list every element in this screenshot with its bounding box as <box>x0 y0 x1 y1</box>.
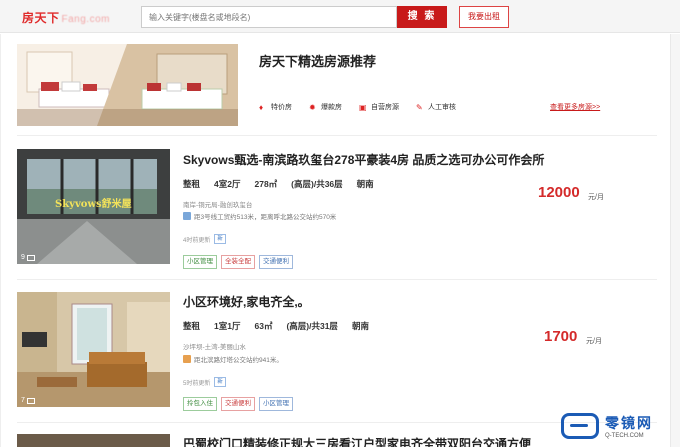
listing-update: 4时前更新新 <box>183 234 226 244</box>
transit-icon <box>183 212 191 220</box>
listing-image[interactable]: Skyvows舒米屋 9 <box>17 149 170 264</box>
layout: 1室1厅 <box>214 321 241 331</box>
promo-title: 房天下精选房源推荐 <box>259 54 377 69</box>
search-button[interactable]: 搜 索 <box>397 6 447 28</box>
feature-tag: 小区管理 <box>259 397 293 411</box>
promo-tag-inspected[interactable]: ✎ 人工审核 <box>416 100 456 114</box>
listing-tags: 小区管理 全装全配 交通便利 <box>183 255 297 269</box>
update-time: 4时前更新 <box>183 237 211 244</box>
feature-tag: 拎包入住 <box>183 397 217 411</box>
photo-icon <box>26 397 35 404</box>
listing-address[interactable]: 沙坪坝-土湾-美丽山水 <box>183 341 246 351</box>
price-unit: 元/月 <box>586 338 602 345</box>
listing-panel: 房天下精选房源推荐 ♦ 特价房 ✹ 爆款房 ▣ 自营房源 ✎ 人工审核 查看更多房源>>… <box>0 34 670 447</box>
image-count: 7 <box>21 397 35 404</box>
divider <box>17 279 657 280</box>
area: 63㎡ <box>254 321 273 331</box>
listing-price: 12000 <box>538 184 580 201</box>
rent-type: 整租 <box>183 179 201 189</box>
fire-icon: ✹ <box>309 102 316 112</box>
price-unit: 元/月 <box>588 194 604 201</box>
listing-title[interactable]: Skyvows甄选-南滨路玖玺台278平豪装4房 品质之选可办公可作会所 <box>183 151 544 168</box>
watermark-brand: 零镜网 <box>605 415 653 431</box>
rent-type: 整租 <box>183 321 201 331</box>
watermark-domain: Q-TECH.COM <box>605 433 644 439</box>
image-count: 9 <box>21 254 35 261</box>
listing-title[interactable]: 小区环境好,家电齐全,。 <box>183 293 310 310</box>
image-count-number: 9 <box>21 254 25 261</box>
feature-tag: 全装全配 <box>221 255 255 269</box>
photo-icon <box>26 254 35 261</box>
floor: (高层)/共31层 <box>286 321 338 331</box>
new-badge: 新 <box>214 234 226 244</box>
divider <box>17 135 657 136</box>
promo-tag-label: 人工审核 <box>428 104 456 111</box>
promo-tags: ♦ 特价房 ✹ 爆款房 ▣ 自营房源 ✎ 人工审核 <box>259 100 473 114</box>
rent-out-button[interactable]: 我要出租 <box>459 6 509 28</box>
tag-icon: ♦ <box>259 102 264 112</box>
floor: (高层)/共36层 <box>291 179 343 189</box>
site-logo[interactable]: 房天下 Fang.com <box>22 9 110 26</box>
search-input[interactable] <box>141 6 397 28</box>
listing-image[interactable]: 7 <box>17 292 170 407</box>
listing-image[interactable] <box>17 434 170 447</box>
inspect-icon: ✎ <box>416 102 423 112</box>
image-caption: Skyvows舒米屋 <box>55 199 132 210</box>
promo-tag-label: 自营房源 <box>371 104 399 111</box>
listing-attributes: 整租 4室2厅 278㎡ (高层)/共36层 朝南 <box>183 178 388 190</box>
listing-update: 5时前更新新 <box>183 377 226 387</box>
feature-tag: 交通便利 <box>221 397 255 411</box>
top-header: 房天下Fang.com 搜 索 我要出租 <box>0 0 680 33</box>
area: 278㎡ <box>254 179 278 189</box>
traffic-text: 距北滨路灯塔公交站约941米。 <box>194 357 283 364</box>
promo-tag-self-run[interactable]: ▣ 自营房源 <box>359 100 399 114</box>
layout: 4室2厅 <box>214 179 241 189</box>
promo-tag-label: 爆款房 <box>321 104 342 111</box>
traffic-text: 距3号线工贸约513米，距离呼北路公交站约570米 <box>194 214 337 221</box>
listing-traffic: 距北滨路灯塔公交站约941米。 <box>183 354 283 364</box>
promo-tag-hot[interactable]: ✹ 爆款房 <box>309 100 342 114</box>
listing-price: 1700 <box>544 328 578 345</box>
more-listings-link[interactable]: 查看更多房源>> <box>550 102 600 112</box>
new-badge: 新 <box>214 377 226 387</box>
logo-domain: Fang.com <box>61 14 110 25</box>
logo-text: 房天下 <box>22 11 60 25</box>
orientation: 朝南 <box>351 321 369 331</box>
listing-title[interactable]: 巴蜀校门口精装修正规大三房看江户型家电齐全带双阳台交通方便 <box>183 435 531 447</box>
bus-icon <box>183 355 191 363</box>
watermark: 零镜网 Q-TECH.COM <box>561 407 677 445</box>
listing-tags: 拎包入住 交通便利 小区管理 <box>183 397 297 411</box>
shop-icon: ▣ <box>359 102 367 112</box>
promo-tag-label: 特价房 <box>271 104 292 111</box>
promo-image[interactable] <box>17 44 238 126</box>
image-count-number: 7 <box>21 397 25 404</box>
promo-tag-special[interactable]: ♦ 特价房 <box>259 100 292 114</box>
scrollbar[interactable] <box>670 34 680 447</box>
feature-tag: 小区管理 <box>183 255 217 269</box>
orientation: 朝南 <box>356 179 374 189</box>
listing-attributes: 整租 1室1厅 63㎡ (高层)/共31层 朝南 <box>183 320 383 332</box>
watermark-logo-icon <box>561 413 599 439</box>
feature-tag: 交通便利 <box>259 255 293 269</box>
update-time: 5时前更新 <box>183 380 211 387</box>
listing-address[interactable]: 南岸-铜元局-融创玖玺台 <box>183 199 252 209</box>
listing-traffic: 距3号线工贸约513米，距离呼北路公交站约570米 <box>183 211 336 221</box>
